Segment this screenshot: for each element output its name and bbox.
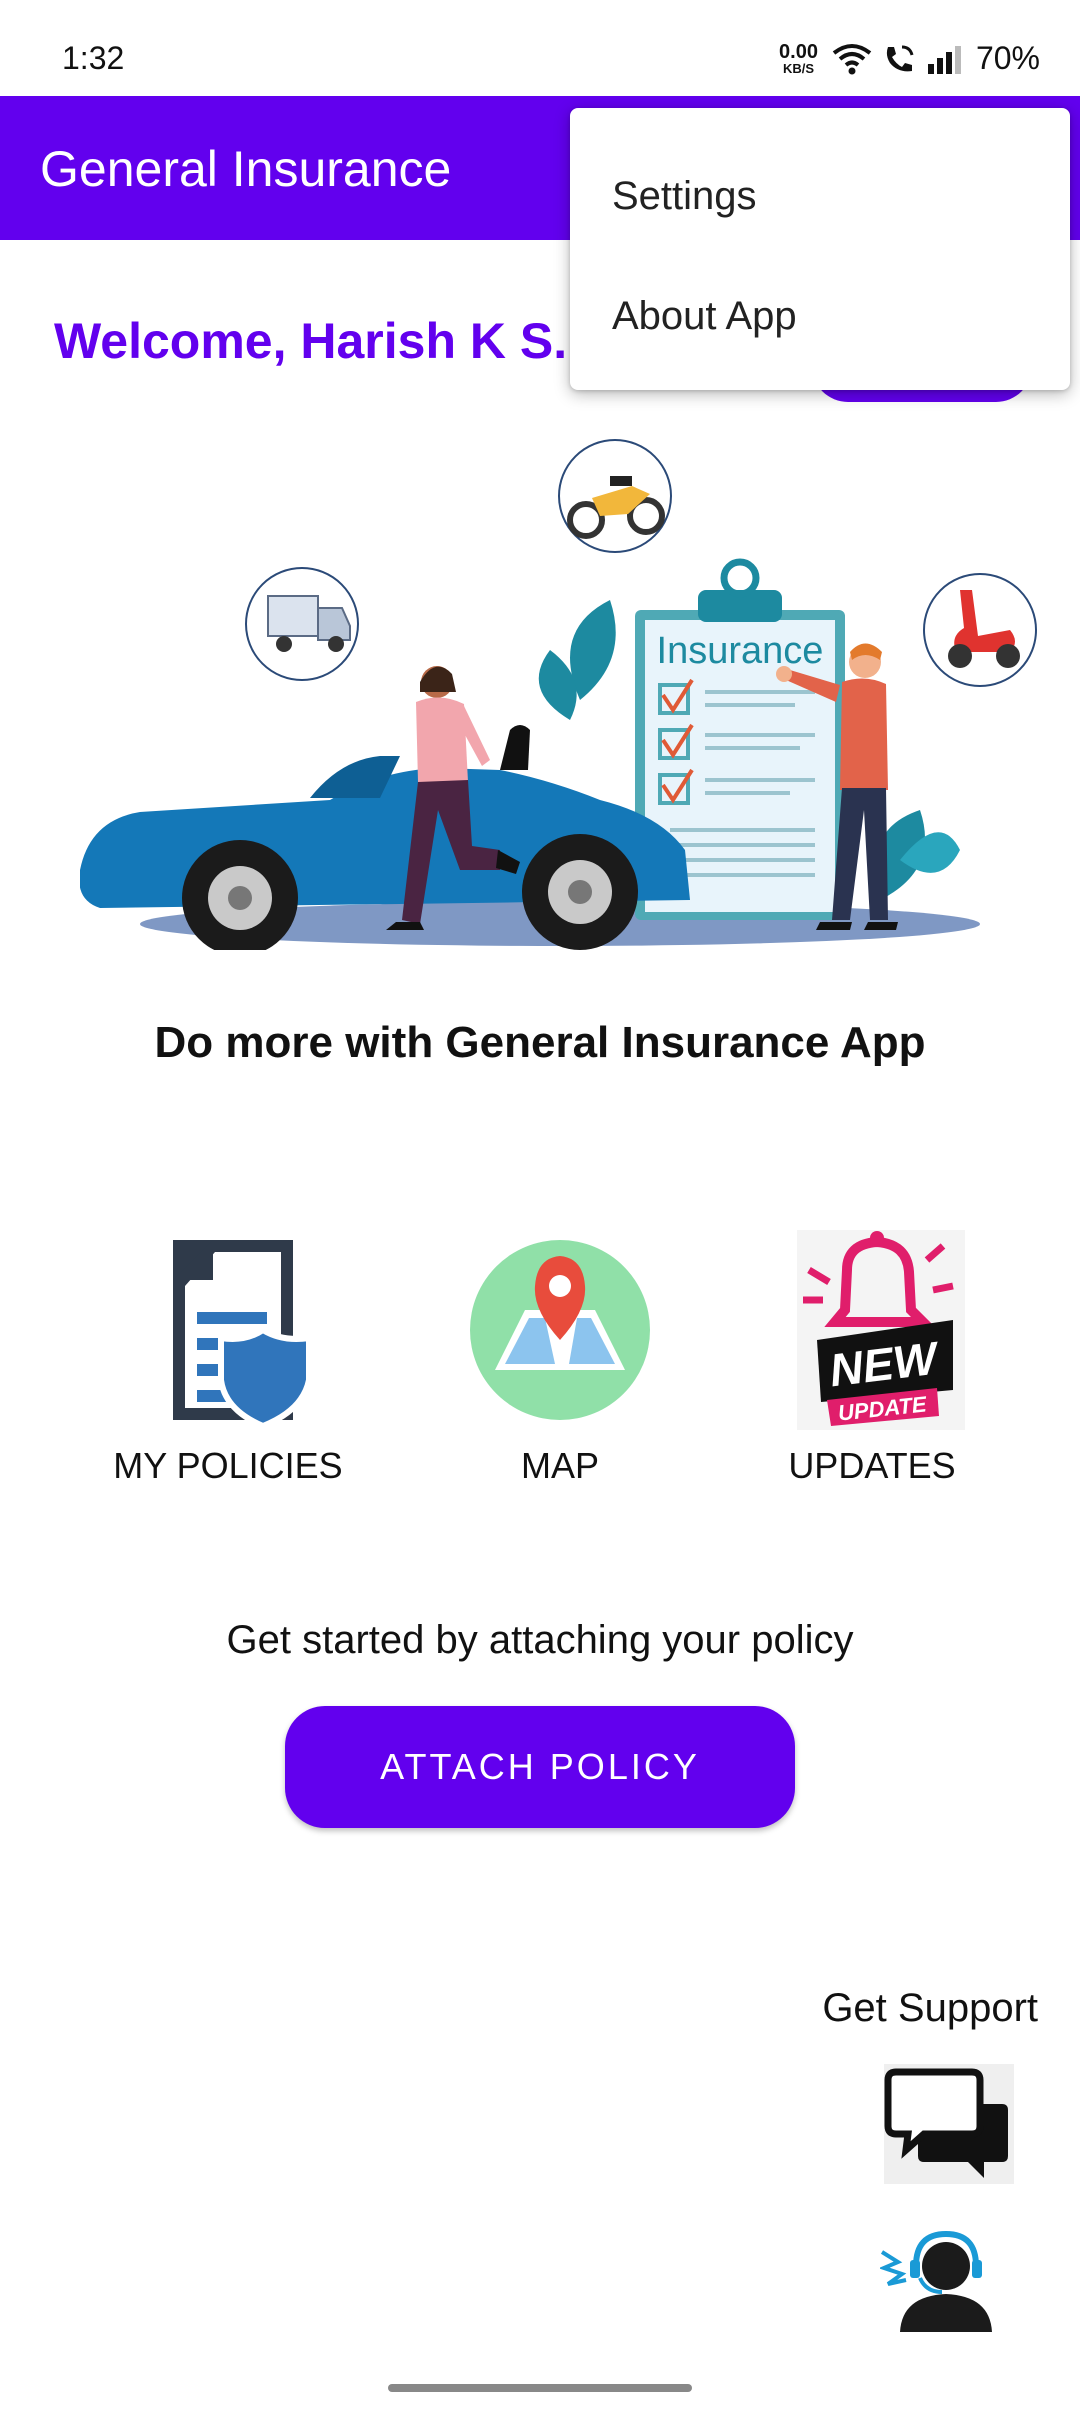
map-pin-icon bbox=[470, 1240, 650, 1420]
chat-bubbles-icon[interactable] bbox=[884, 2064, 1014, 2184]
clipboard-text: Insurance bbox=[657, 630, 824, 672]
menu-item-settings[interactable]: Settings bbox=[570, 136, 1070, 256]
tile-map[interactable]: MAP bbox=[430, 1230, 690, 1487]
policy-document-icon bbox=[173, 1240, 312, 1430]
tagline: Do more with General Insurance App bbox=[154, 1018, 926, 1067]
home-indicator[interactable] bbox=[388, 2384, 692, 2392]
net-speed-indicator: 0.00 KB/S bbox=[779, 42, 818, 75]
get-started-text: Get started by attaching your policy bbox=[226, 1618, 854, 1662]
tile-my-policies[interactable]: MY POLICIES bbox=[98, 1230, 358, 1487]
tile-label-my-policies: MY POLICIES bbox=[113, 1445, 343, 1486]
status-icons: 0.00 KB/S 70% bbox=[779, 40, 1040, 77]
net-speed-value: 0.00 bbox=[779, 41, 818, 63]
net-speed-unit: KB/S bbox=[782, 61, 815, 76]
signal-icon bbox=[927, 45, 961, 74]
tile-updates[interactable]: NEW UPDATE UPDATES bbox=[742, 1230, 1002, 1487]
overflow-menu: Settings About App bbox=[570, 108, 1070, 390]
tile-label-map: MAP bbox=[520, 1445, 599, 1486]
app-title: General Insurance bbox=[40, 141, 452, 197]
menu-item-about-app[interactable]: About App bbox=[570, 256, 1070, 376]
insurance-hero-illustration: Insurance bbox=[80, 439, 1037, 950]
battery-level: 70% bbox=[975, 40, 1040, 76]
wifi-calling-icon bbox=[886, 45, 914, 71]
welcome-text: Welcome, Harish K S. bbox=[54, 313, 568, 369]
status-bar: 1:32 0.00 KB/S 70% bbox=[0, 0, 1080, 96]
attach-policy-button[interactable]: ATTACH POLICY bbox=[285, 1706, 795, 1828]
status-time: 1:32 bbox=[62, 40, 125, 76]
wifi-icon bbox=[832, 43, 872, 74]
new-update-icon: NEW UPDATE bbox=[797, 1230, 965, 1430]
get-support-label: Get Support bbox=[822, 1986, 1038, 2030]
tile-label-updates: UPDATES bbox=[788, 1445, 956, 1486]
customer-support-agent-icon[interactable] bbox=[880, 2222, 1010, 2332]
